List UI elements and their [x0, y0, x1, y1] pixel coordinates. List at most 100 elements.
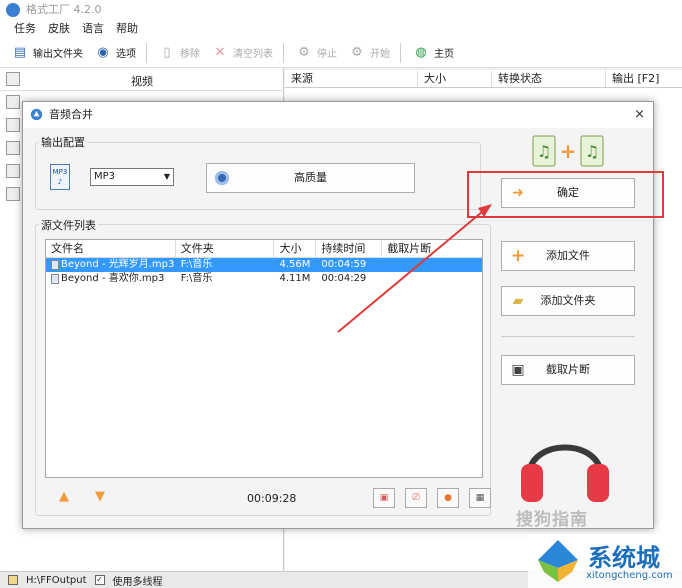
- clip-button[interactable]: ▣ 截取片断: [501, 355, 635, 385]
- clip-label: 截取片断: [546, 363, 590, 376]
- column-filename[interactable]: 文件名: [46, 240, 176, 257]
- total-duration: 00:09:28: [247, 492, 297, 505]
- home-button[interactable]: ◍ 主页: [411, 43, 454, 63]
- file-size: 4.11M: [279, 273, 311, 284]
- file-name: Beyond - 喜欢你.mp3: [61, 273, 165, 284]
- quality-button[interactable]: 高质量: [206, 163, 415, 193]
- column-source[interactable]: 来源: [285, 70, 418, 87]
- column-folder[interactable]: 文件夹: [176, 240, 275, 257]
- document-category-icon[interactable]: [6, 141, 20, 155]
- menu-skin[interactable]: 皮肤: [48, 20, 70, 38]
- app-logo-icon: [6, 3, 20, 17]
- brand-name: 系统城: [588, 544, 660, 572]
- column-output[interactable]: 输出 [F2]: [606, 70, 682, 87]
- clear-list-icon: ✕: [214, 45, 226, 60]
- chevron-down-icon: ▼: [163, 172, 170, 181]
- plus-icon: +: [510, 246, 526, 266]
- add-file-button[interactable]: + 添加文件: [501, 241, 635, 271]
- folder-status-icon: [8, 575, 18, 585]
- stop-button[interactable]: ⚙ 停止: [294, 43, 337, 63]
- headphones-icon: [521, 444, 609, 502]
- file-size: 4.56M: [279, 259, 311, 270]
- file-folder: F:\音乐: [180, 259, 213, 270]
- column-size[interactable]: 大小: [274, 240, 317, 257]
- column-status[interactable]: 转换状态: [492, 70, 606, 87]
- output-folder-button[interactable]: ▤ 输出文件夹: [10, 43, 83, 63]
- file-name: Beyond - 光辉岁月.mp3: [61, 259, 175, 270]
- add-folder-label: 添加文件夹: [540, 294, 596, 307]
- svg-text:♫: ♫: [585, 142, 599, 161]
- move-down-icon[interactable]: ▼: [93, 490, 107, 504]
- options-button[interactable]: ◉ 选项: [93, 43, 136, 63]
- column-size[interactable]: 大小: [418, 70, 492, 87]
- brand-watermark: 系统城 xitongcheng.com: [528, 534, 682, 588]
- app-title: 格式工厂 4.2.0: [26, 3, 102, 16]
- remove-file-button[interactable]: ▣: [373, 488, 395, 508]
- image-category-icon[interactable]: [6, 118, 20, 132]
- toolbar-separator: [146, 42, 147, 63]
- category-video[interactable]: 视频: [0, 72, 284, 91]
- category-icons: [6, 72, 22, 210]
- output-path: H:\FFOutput: [26, 574, 87, 586]
- video-category-icon[interactable]: [6, 72, 20, 86]
- audio-merge-icon: [30, 108, 43, 121]
- toolbar-separator: [283, 42, 284, 63]
- close-icon[interactable]: ×: [634, 102, 645, 128]
- move-up-icon[interactable]: ▲: [57, 490, 71, 504]
- multithread-checkbox[interactable]: ✓: [94, 575, 105, 585]
- app-titlebar: 格式工厂 4.2.0: [0, 0, 682, 20]
- menu-help[interactable]: 帮助: [116, 20, 138, 38]
- clear-list-button[interactable]: ✕ 清空列表: [210, 43, 273, 63]
- brand-url: xitongcheng.com: [586, 570, 673, 581]
- folder-icon: ▤: [13, 45, 27, 60]
- confirm-highlight-box: [467, 171, 664, 218]
- add-file-label: 添加文件: [546, 249, 590, 262]
- brand-logo-icon: [538, 540, 578, 582]
- format-select[interactable]: MP3 ▼: [90, 168, 174, 186]
- file-folder: F:\音乐: [180, 273, 213, 284]
- file-duration: 00:04:59: [321, 259, 367, 270]
- clear-files-button[interactable]: ⎚: [405, 488, 427, 508]
- add-folder-button[interactable]: ▰ 添加文件夹: [501, 286, 635, 316]
- table-row[interactable]: Beyond - 喜欢你.mp3 F:\音乐 4.11M 00:04:29: [46, 272, 482, 286]
- stop-label: 停止: [317, 49, 337, 60]
- file-name-cell: Beyond - 光辉岁月.mp3: [46, 258, 176, 272]
- start-button[interactable]: ⚙ 开始: [347, 43, 390, 63]
- play-button[interactable]: ●: [437, 488, 459, 508]
- column-duration[interactable]: 持续时间: [316, 240, 383, 257]
- list-tools-bar: ▲ ▼ 00:09:28 ▣ ⎚ ● ▦: [53, 488, 493, 508]
- info-button[interactable]: ▦: [469, 488, 491, 508]
- options-icon: ◉: [97, 45, 109, 60]
- rom-category-icon[interactable]: [6, 164, 20, 178]
- home-label: 主页: [434, 49, 454, 60]
- start-icon: ⚙: [351, 45, 363, 60]
- stop-icon: ⚙: [298, 45, 310, 60]
- multithread-label: 使用多线程: [112, 576, 163, 588]
- remove-label: 移除: [180, 49, 200, 60]
- home-icon: ◍: [415, 45, 427, 60]
- audio-category-icon[interactable]: [6, 95, 20, 109]
- file-clip: [382, 258, 482, 272]
- remove-button[interactable]: ▯ 移除: [157, 43, 200, 63]
- film-clip-icon: ▣: [511, 362, 525, 378]
- mp3-format-icon: MP3 ♪: [50, 164, 70, 190]
- audio-merge-dialog: 音频合并 × 输出配置 MP3 ♪ MP3 ▼ 高质量 ♫ + ♫ ➜ 确定 源文…: [22, 101, 664, 529]
- add-folder-icon: ▰: [512, 293, 524, 309]
- source-file-table: 文件名 文件夹 大小 持续时间 截取片断 Beyond - 光辉岁月.mp3 F…: [45, 239, 483, 478]
- toolbar: ▤ 输出文件夹 ◉ 选项 ▯ 移除 ✕ 清空列表 ⚙ 停止 ⚙ 开始 ◍ 主页: [0, 38, 682, 68]
- options-label: 选项: [116, 49, 136, 60]
- file-clip: [382, 272, 482, 286]
- task-grid-header: 来源 大小 转换状态 输出 [F2]: [285, 70, 682, 88]
- output-config-label: 输出配置: [39, 134, 87, 150]
- column-clip[interactable]: 截取片断: [382, 240, 482, 257]
- clear-list-label: 清空列表: [233, 49, 273, 60]
- tools-category-icon[interactable]: [6, 187, 20, 201]
- merge-audio-logo-icon: ♫ + ♫: [532, 135, 604, 167]
- menu-language[interactable]: 语言: [82, 20, 104, 38]
- table-row[interactable]: Beyond - 光辉岁月.mp3 F:\音乐 4.56M 00:04:59: [46, 258, 482, 272]
- menu-task[interactable]: 任务: [14, 20, 36, 38]
- format-select-value: MP3: [94, 171, 116, 182]
- svg-text:+: +: [560, 139, 577, 163]
- sogou-watermark: 搜狗指南: [516, 510, 588, 530]
- dialog-title: 音频合并: [49, 108, 93, 121]
